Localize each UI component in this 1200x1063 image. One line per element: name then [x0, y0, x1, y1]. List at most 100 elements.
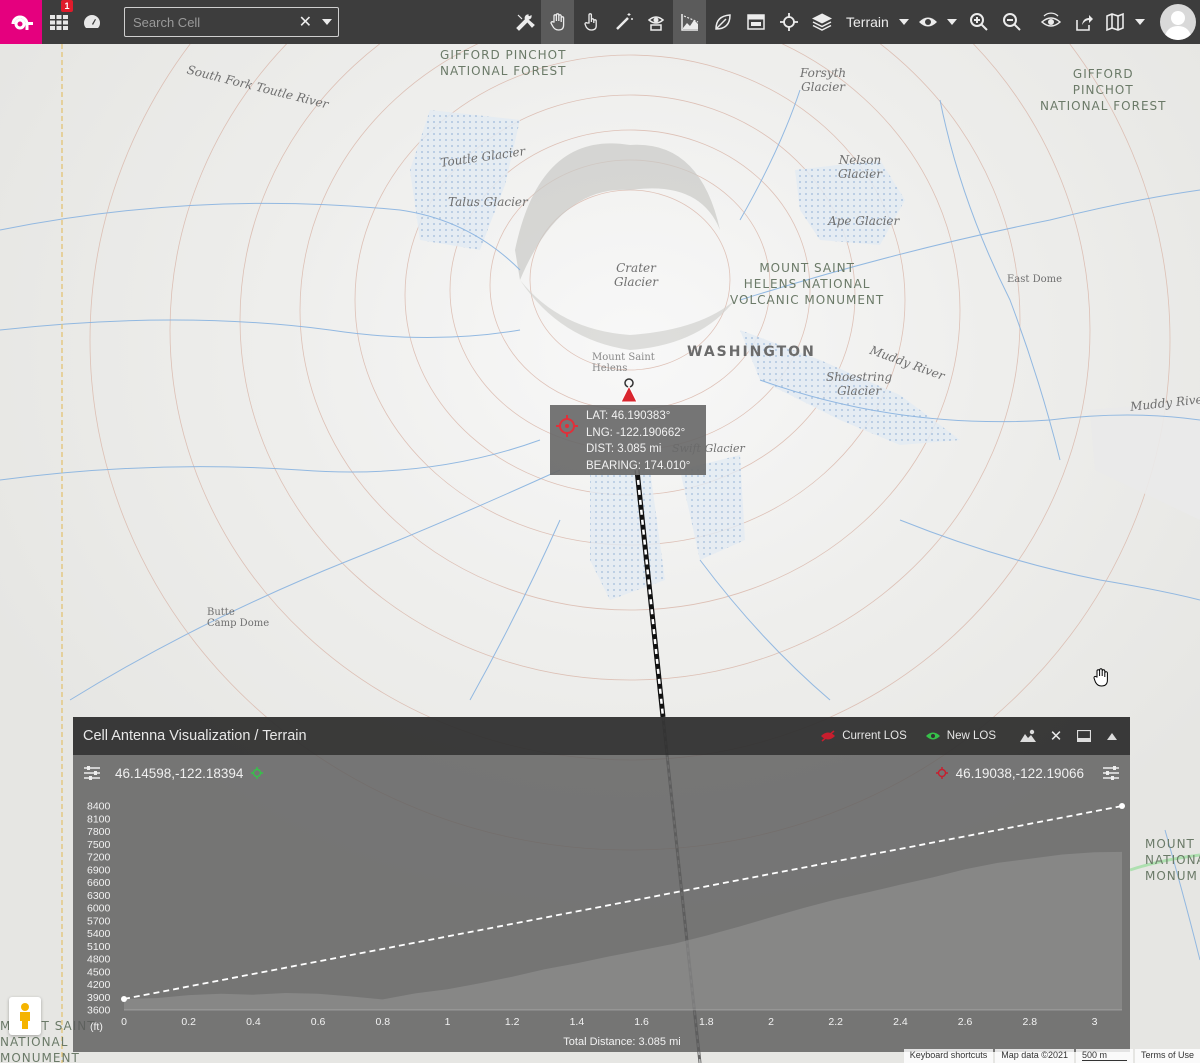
map-view-button[interactable]: [1101, 0, 1129, 44]
pan-hand-tool[interactable]: [541, 0, 574, 44]
y-tick-label: 6600: [87, 877, 111, 889]
search-cell-box: ✕: [124, 7, 339, 37]
view-toggle-button[interactable]: [1035, 0, 1068, 44]
x-tick-label: 0.6: [311, 1016, 326, 1028]
map-label-shoestring-glacier: Shoestring Glacier: [826, 370, 893, 398]
collapse-panel-button[interactable]: [1098, 732, 1126, 740]
x-tick-label: 1.2: [505, 1016, 520, 1028]
x-tick-label: 1: [445, 1016, 451, 1028]
leaf-tool[interactable]: [706, 0, 739, 44]
map-label-washington: WASHINGTON: [687, 344, 816, 360]
apps-grid-button[interactable]: 1: [42, 0, 76, 44]
elevation-profile-chart[interactable]: 8400810078007500720069006600630060005700…: [73, 755, 1130, 1052]
x-tick-label: 2.2: [828, 1016, 843, 1028]
tools-button[interactable]: [508, 0, 541, 44]
eye-circle-icon: [1041, 12, 1062, 27]
eye-slash-red-icon: [821, 730, 836, 742]
mountain-person-icon: [1020, 729, 1036, 742]
y-tick-label: 5100: [87, 941, 111, 953]
x-tick-label: 2.6: [958, 1016, 973, 1028]
zoom-in-icon: [970, 13, 989, 31]
user-silhouette-icon: [1164, 11, 1192, 40]
tooltip-bearing: BEARING: 174.010°: [586, 459, 691, 472]
map-label-nelson-glacier: Nelson Glacier: [838, 153, 882, 181]
map-label-talus-glacier: Talus Glacier: [448, 195, 528, 209]
user-avatar[interactable]: [1160, 4, 1196, 40]
map-label-monument: MOUNT SAINT HELENS NATIONAL VOLCANIC MON…: [730, 261, 885, 307]
y-tick-label: 5700: [87, 915, 111, 927]
panel-tool[interactable]: [739, 0, 772, 44]
plot-area: [121, 803, 1125, 1011]
map-label-gifford-pinchot-top: GIFFORD PINCHOT NATIONAL FOREST: [440, 48, 567, 78]
notification-badge: 1: [61, 0, 73, 12]
street-view-pegman[interactable]: [9, 997, 41, 1035]
folded-map-icon: [1105, 12, 1124, 32]
visibility-caret-icon[interactable]: [946, 19, 957, 25]
x-tick-label: 1.4: [570, 1016, 585, 1028]
caret-up-icon: [1107, 732, 1117, 740]
x-tick-label: 2.8: [1022, 1016, 1037, 1028]
close-panel-button[interactable]: ✕: [1042, 727, 1070, 745]
panel-title: Cell Antenna Visualization / Terrain: [83, 728, 307, 744]
x-tick-label: 2: [768, 1016, 774, 1028]
y-tick-label: 4200: [87, 979, 111, 991]
eye-icon: [918, 17, 937, 27]
tooltip-lat: LAT: 46.190383°: [586, 410, 671, 422]
basemap-caret-icon[interactable]: [898, 19, 909, 25]
share-button[interactable]: [1068, 0, 1101, 44]
terms-of-use-link[interactable]: Terms of Use: [1134, 1049, 1200, 1063]
x-tick-label: 0.4: [246, 1016, 261, 1028]
scale-bar[interactable]: 500 m: [1075, 1049, 1133, 1063]
antenna-marker-icon[interactable]: [619, 378, 639, 404]
y-tick-label: 4500: [87, 966, 111, 978]
x-tick-label: 0: [121, 1016, 127, 1028]
terrain-profile-icon: [680, 14, 698, 31]
dashboard-button[interactable]: [76, 0, 108, 44]
current-los-toggle[interactable]: Current LOS: [820, 730, 907, 742]
zoom-out-icon: [1003, 13, 1022, 31]
eye-person-icon: [647, 16, 664, 31]
layers-icon: [811, 13, 832, 31]
keyboard-shortcuts-link[interactable]: Keyboard shortcuts: [903, 1049, 994, 1063]
search-dropdown-caret-icon[interactable]: [322, 19, 332, 25]
map-label-mount-saint-helens: Mount Saint Helens: [592, 352, 655, 374]
x-tick-label: 0.8: [375, 1016, 390, 1028]
grid-icon: [50, 15, 68, 30]
crosshair-icon: [779, 13, 798, 31]
x-tick-label: 1.6: [634, 1016, 649, 1028]
search-cell-input[interactable]: [133, 14, 299, 30]
pointer-tool[interactable]: [574, 0, 607, 44]
terrain-area: [124, 851, 1122, 1010]
x-tick-label: 1.8: [699, 1016, 714, 1028]
map-label-east-dome: East Dome: [1007, 274, 1063, 285]
layers-tool[interactable]: [805, 0, 838, 44]
visibility-tool[interactable]: [915, 0, 941, 44]
y-tick-label: 6300: [87, 890, 111, 902]
magic-wand-tool[interactable]: [607, 0, 640, 44]
zoom-in-button[interactable]: [963, 0, 996, 44]
current-los-label: Current LOS: [842, 730, 907, 742]
pegman-icon: [20, 1003, 30, 1029]
los-end-point[interactable]: [1119, 803, 1125, 809]
top-toolbar: 1 ✕: [0, 0, 1200, 44]
viewshed-tool[interactable]: [640, 0, 673, 44]
hand-cursor-icon: [1093, 668, 1108, 687]
terrain-profile-tool[interactable]: [673, 0, 706, 44]
coordinate-tooltip: LAT: 46.190383° LNG: -122.190662° DIST: …: [550, 405, 706, 475]
total-distance-label: Total Distance: 3.085 mi: [563, 1036, 680, 1048]
leaf-icon: [714, 14, 731, 30]
app-logo[interactable]: [0, 0, 42, 44]
basemap-selector[interactable]: Terrain: [838, 14, 893, 30]
brand-logo-icon: [11, 15, 33, 30]
clear-search-icon[interactable]: ✕: [299, 12, 312, 32]
map-view-caret-icon[interactable]: [1134, 19, 1145, 25]
los-start-point[interactable]: [121, 995, 127, 1002]
magic-wand-icon: [615, 13, 633, 30]
zoom-out-button[interactable]: [996, 0, 1029, 44]
new-los-toggle[interactable]: New LOS: [925, 730, 996, 742]
dock-panel-button[interactable]: [1070, 730, 1098, 742]
locate-tool[interactable]: [772, 0, 805, 44]
terrain-settings-button[interactable]: [1014, 729, 1042, 743]
pointer-hand-icon: [583, 13, 597, 31]
map-label-butte-camp-dome: Butte Camp Dome: [207, 607, 270, 629]
